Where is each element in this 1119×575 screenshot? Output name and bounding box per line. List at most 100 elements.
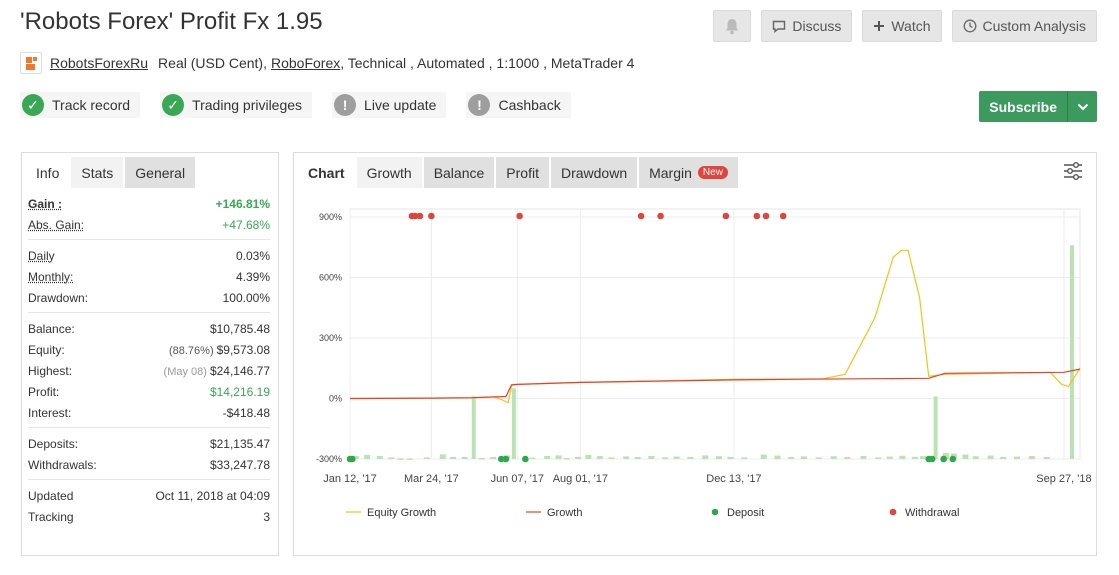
legend-deposit-swatch: [711, 508, 719, 516]
x-tick-label: Mar 24, '17: [404, 473, 459, 485]
stat-drawdown: Drawdown: 100.00%: [28, 287, 270, 308]
x-tick-label: Aug 01, '17: [553, 473, 608, 485]
subscribe-button[interactable]: Subscribe: [979, 91, 1097, 122]
stat-updated: Updated Oct 11, 2018 at 04:09: [28, 485, 270, 506]
badge-cashback[interactable]: ! Cashback: [466, 92, 571, 118]
bell-icon: [726, 18, 739, 34]
badge-track-record[interactable]: ✓ Track record: [20, 92, 141, 118]
volume-bar: [439, 454, 446, 459]
y-tick-label: 300%: [319, 333, 342, 343]
legend-deposit-label: Deposit: [727, 507, 764, 519]
volume-bar: [555, 455, 562, 459]
stat-label[interactable]: Monthly:: [28, 270, 73, 284]
legend-withdrawal-swatch: [889, 508, 897, 516]
y-tick-label: 600%: [319, 273, 342, 283]
tab-chart: Chart: [308, 164, 345, 181]
stat-label: Drawdown:: [28, 290, 89, 305]
legend-growth-label: Growth: [547, 507, 582, 519]
chart-settings-icon[interactable]: [1062, 161, 1084, 181]
user-link[interactable]: RobotsForexRu: [50, 55, 148, 71]
stat-note: (May 08): [163, 365, 207, 378]
volume-bar: [471, 396, 476, 459]
badge-label: Cashback: [498, 97, 561, 113]
volume-bar: [987, 455, 994, 459]
volume-bar: [972, 456, 979, 459]
custom-analysis-button[interactable]: Custom Analysis: [951, 10, 1097, 42]
y-tick-label: -300%: [316, 454, 342, 464]
watch-button[interactable]: Watch: [862, 10, 942, 42]
volume-bar: [623, 456, 630, 459]
stat-label[interactable]: Abs. Gain:: [28, 218, 84, 232]
withdrawal-marker: [637, 212, 645, 220]
comment-icon: [773, 20, 786, 33]
withdrawal-marker: [722, 212, 730, 220]
stat-value: Oct 11, 2018 at 04:09: [155, 488, 270, 503]
volume-bar: [800, 456, 807, 459]
account-details: , Technical , Automated , 1:1000 , MetaT…: [340, 55, 635, 71]
badge-live-update[interactable]: ! Live update: [332, 92, 447, 118]
stat-value: +47.68%: [222, 217, 270, 232]
stat-value: $24,146.77: [209, 363, 270, 378]
volume-bar: [478, 457, 485, 460]
volume-bar: [544, 455, 551, 459]
tab-balance[interactable]: Balance: [423, 157, 495, 188]
account-info: RobotsForexRu Real (USD Cent), RoboForex…: [20, 52, 634, 74]
deposit-marker: [928, 455, 936, 463]
stat-value: $10,785.48: [209, 321, 270, 336]
volume-bar: [1000, 456, 1007, 459]
stat-label[interactable]: Gain :: [28, 197, 62, 211]
volume-bar: [388, 457, 395, 459]
withdrawal-marker: [657, 212, 664, 220]
discuss-button[interactable]: Discuss: [761, 10, 853, 42]
stat-label: Updated: [28, 488, 74, 503]
tab-general[interactable]: General: [125, 157, 196, 188]
y-tick-label: 900%: [319, 212, 342, 222]
tab-margin[interactable]: Margin New: [639, 157, 738, 188]
notification-button[interactable]: [713, 10, 752, 42]
stat-daily: Daily 0.03%: [28, 245, 270, 266]
stat-value: $9,573.08: [216, 342, 270, 357]
growth-chart[interactable]: Jan 12, '17 Mar 24, '17 Jun 07, '17 Aug 01,…: [294, 189, 1096, 555]
tab-info[interactable]: Info: [26, 157, 69, 188]
tab-drawdown[interactable]: Drawdown: [550, 157, 638, 188]
chart-tabs: Chart Growth Balance Profit Drawdown Mar…: [294, 153, 1096, 188]
badge-trading-privileges[interactable]: ✓ Trading privileges: [160, 92, 313, 118]
volume-bar: [1013, 456, 1020, 459]
subscribe-label: Subscribe: [989, 98, 1057, 115]
stat-value: -$418.48: [222, 405, 270, 420]
badge-label: Trading privileges: [192, 97, 303, 113]
stat-label[interactable]: Daily: [28, 249, 55, 263]
volume-bar: [461, 456, 468, 459]
volume-bar: [919, 456, 926, 459]
tab-growth[interactable]: Growth: [356, 157, 422, 188]
deposit-marker: [940, 455, 947, 463]
volume-bar: [511, 388, 516, 459]
badge-label: Track record: [52, 97, 131, 113]
stat-highest: Highest: (May 08) $24,146.77: [28, 360, 270, 381]
tab-stats[interactable]: Stats: [71, 157, 124, 188]
custom-analysis-label: Custom Analysis: [982, 18, 1086, 34]
volume-bar: [815, 457, 822, 459]
stat-equity: Equity: (88.76%) $9,573.08: [28, 339, 270, 360]
volume-bar: [830, 456, 837, 459]
discuss-label: Discuss: [792, 18, 842, 34]
page-title: 'Robots Forex' Profit Fx 1.95: [20, 8, 323, 35]
broker-link[interactable]: RoboForex: [271, 55, 340, 71]
volume-bar: [844, 456, 851, 459]
withdrawal-marker: [762, 212, 770, 220]
volume-bar: [490, 456, 497, 459]
tab-profit[interactable]: Profit: [496, 157, 549, 188]
withdrawal-marker: [428, 212, 435, 220]
stat-label: Withdrawals:: [28, 457, 97, 472]
y-tick-label: 0%: [329, 394, 342, 404]
deposit-marker: [522, 455, 529, 463]
divider: [28, 312, 270, 313]
subscribe-dropdown[interactable]: [1067, 91, 1097, 122]
plot-area: [349, 208, 1081, 460]
withdrawal-marker: [516, 212, 523, 220]
volume-bar: [575, 456, 582, 459]
x-tick-label: Jun 07, '17: [491, 473, 544, 485]
volume-bar: [563, 457, 570, 460]
volume-bar: [788, 456, 795, 459]
volume-bar: [364, 454, 371, 459]
